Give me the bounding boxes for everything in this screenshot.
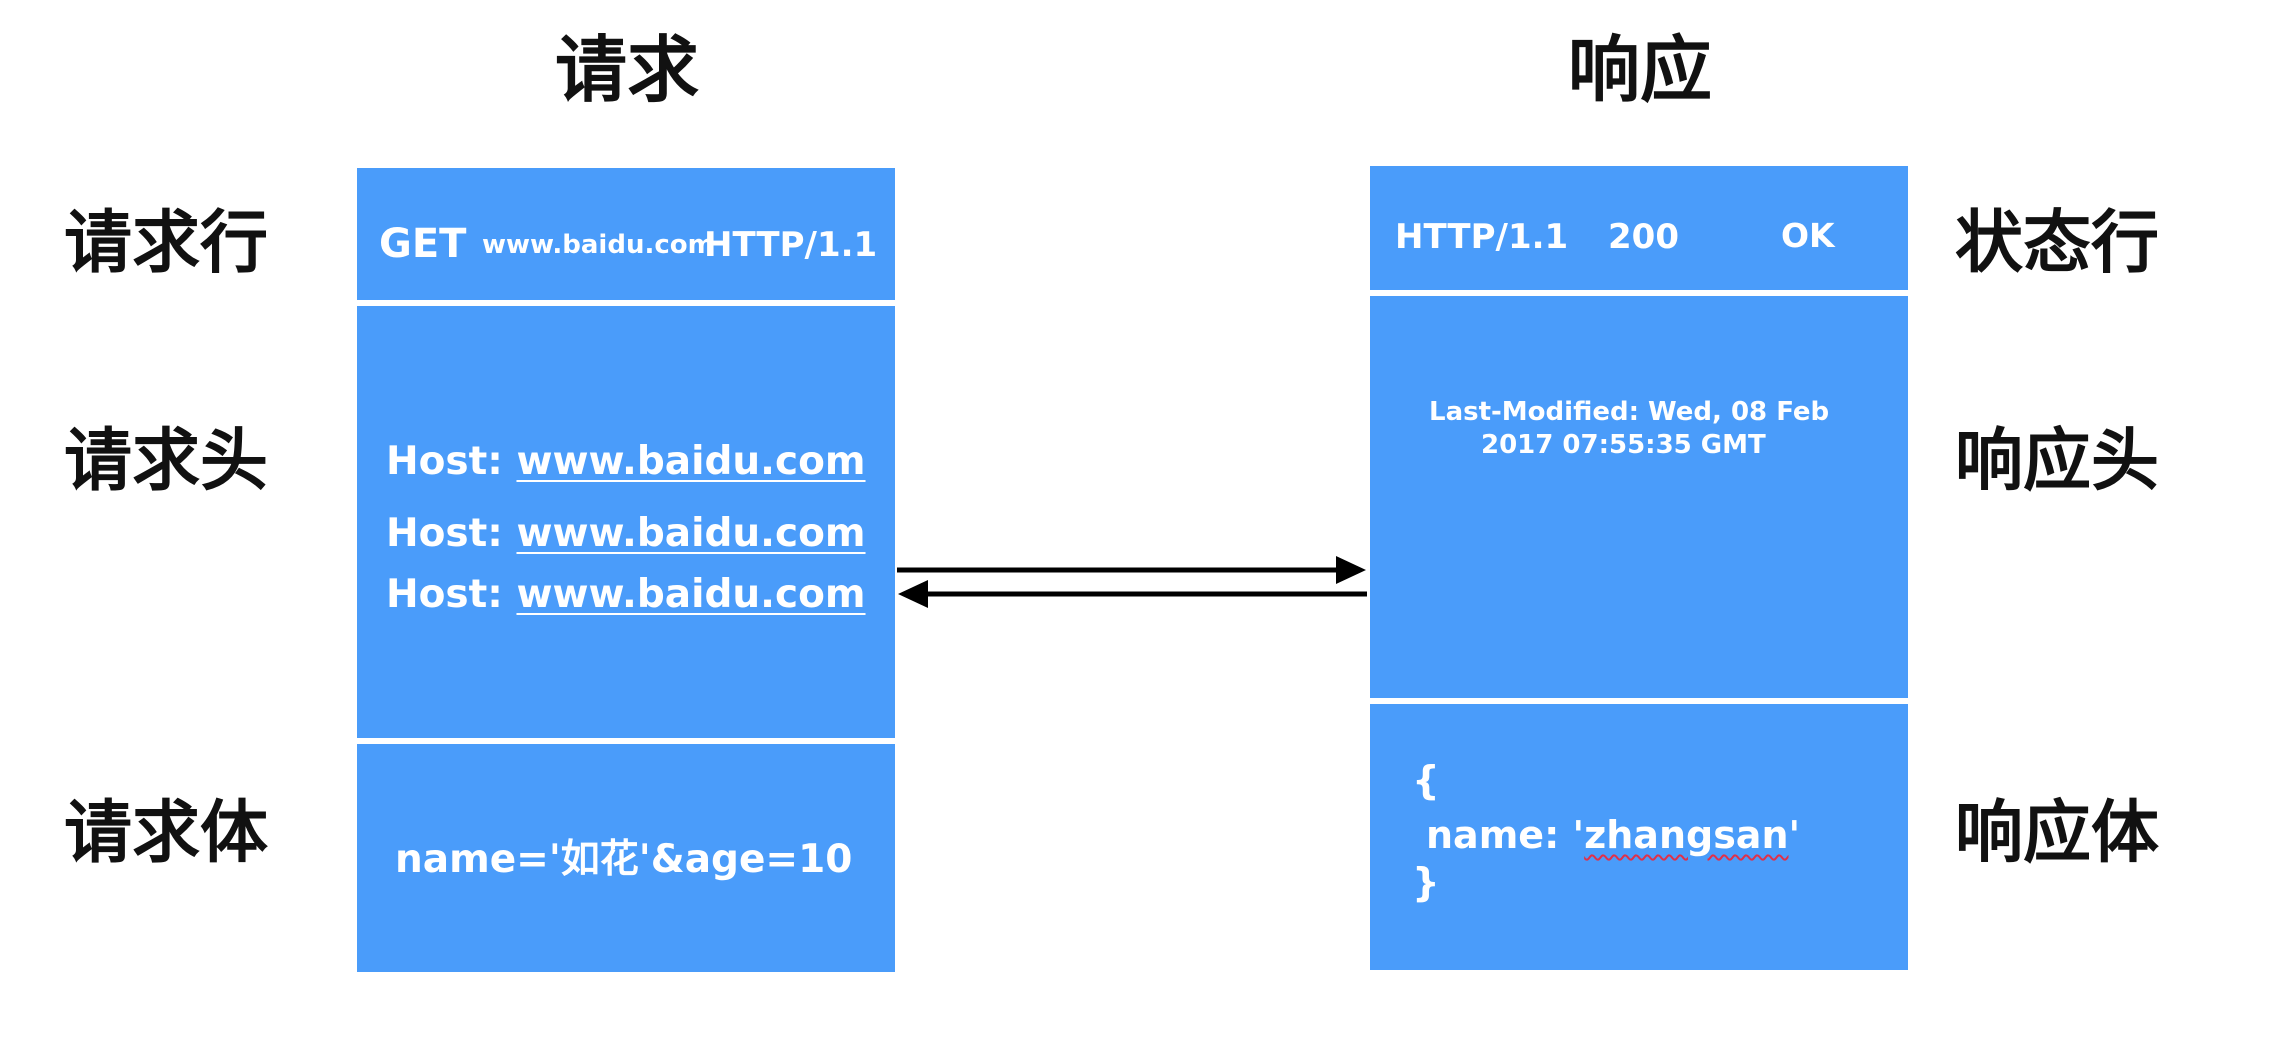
exchange-arrows xyxy=(897,556,1367,608)
response-arrow-head xyxy=(898,580,928,608)
request-arrow-head xyxy=(1336,556,1366,584)
